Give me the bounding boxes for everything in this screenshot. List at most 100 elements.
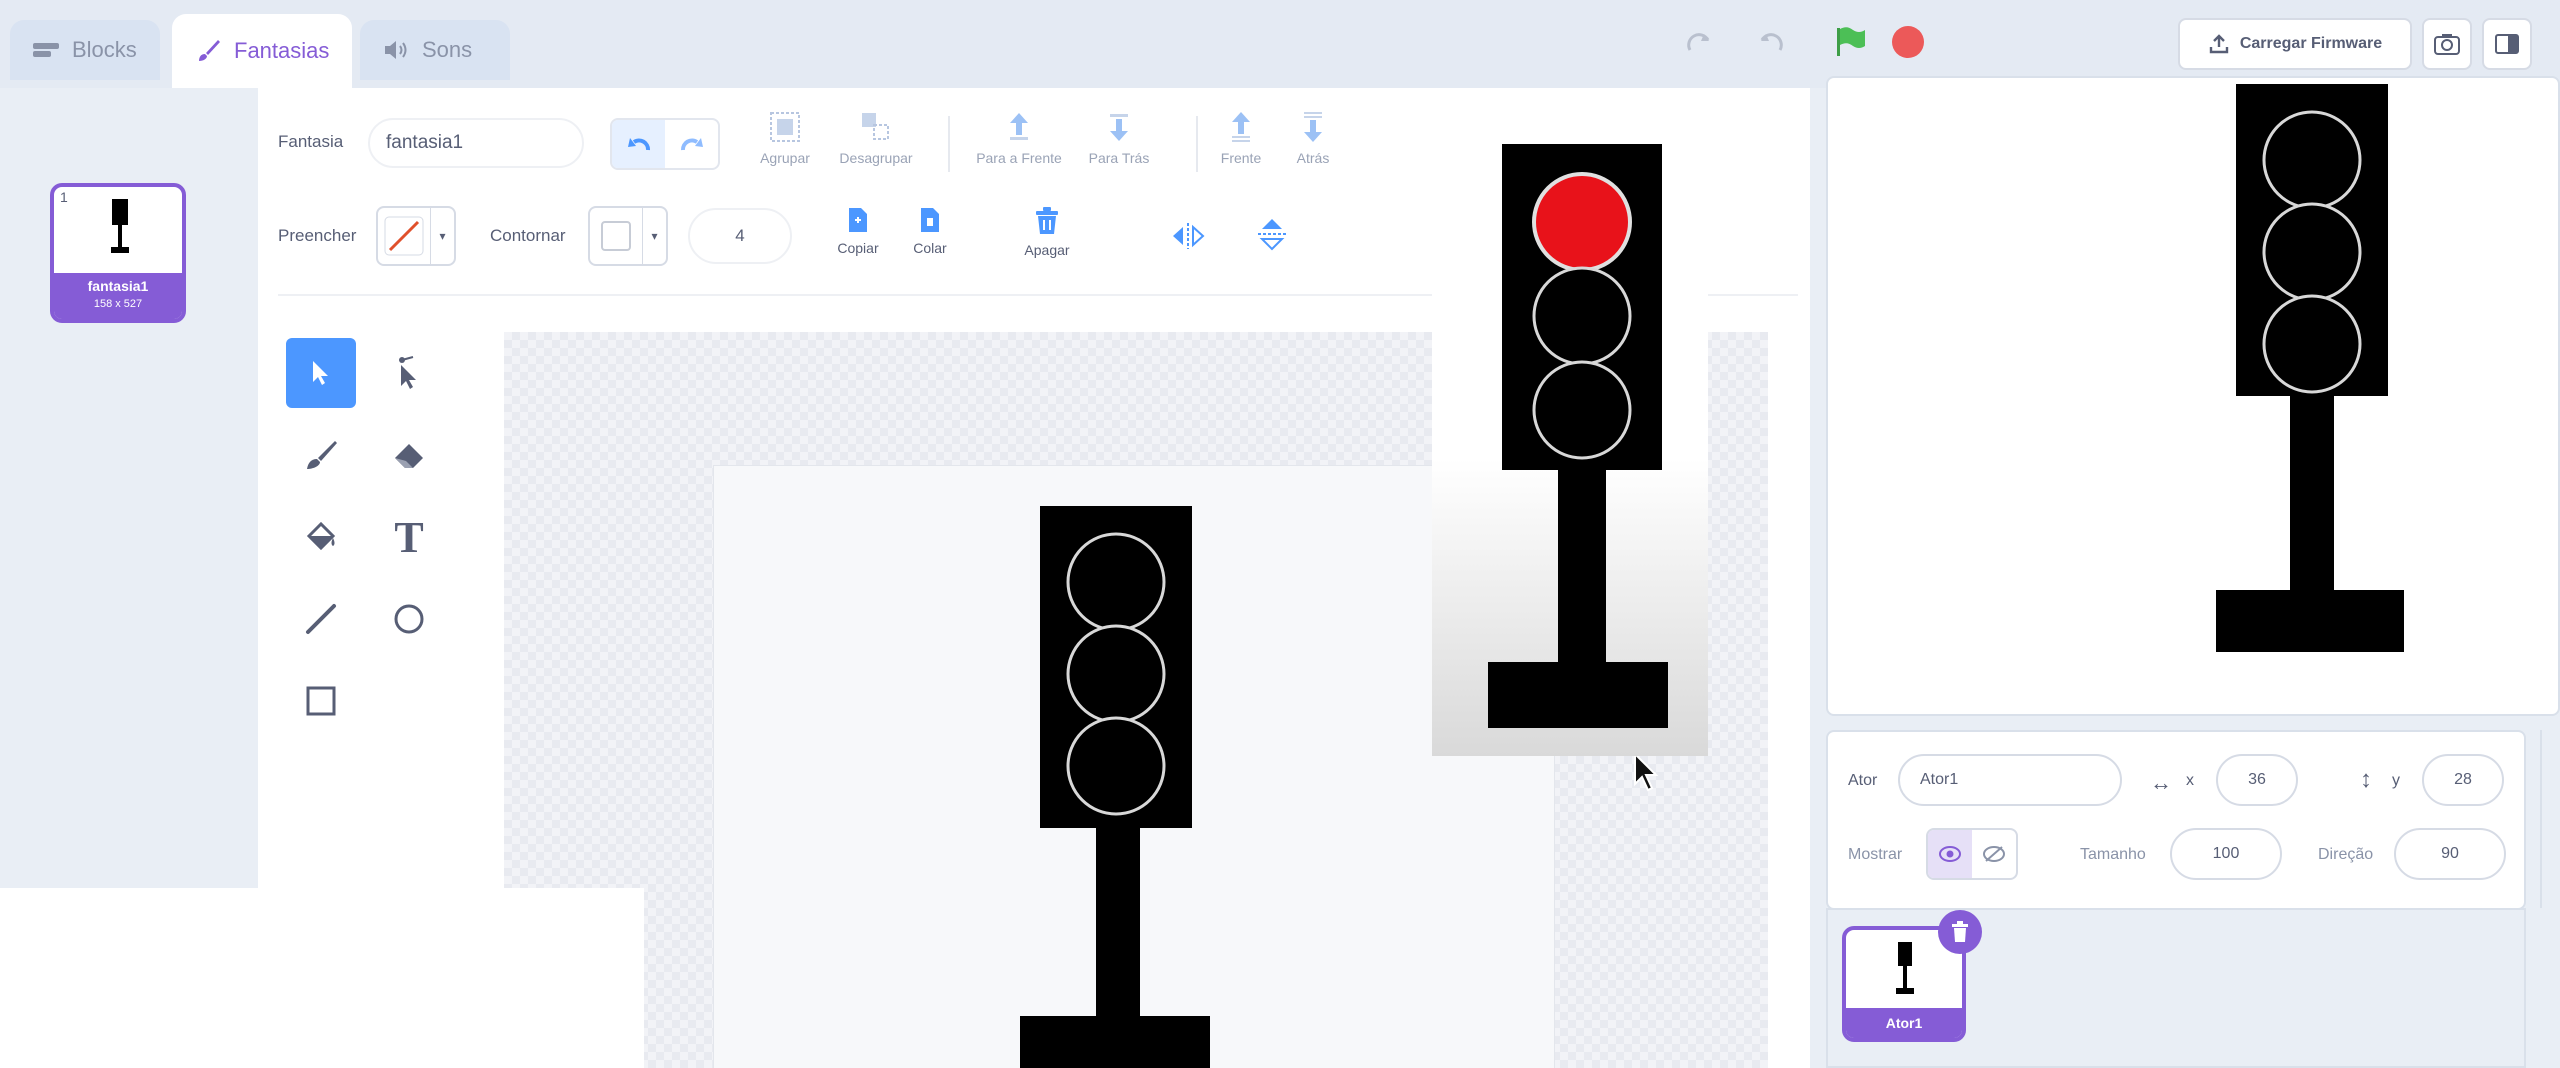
size-input[interactable]: 100 xyxy=(2170,828,2282,880)
forward-button[interactable]: Para a Frente xyxy=(964,110,1074,166)
ungroup-icon xyxy=(862,113,889,140)
x-value: 36 xyxy=(2248,771,2266,788)
front-icon xyxy=(1232,112,1250,142)
outline-width-input[interactable]: 4 xyxy=(688,208,792,264)
upload-firmware-label: Carregar Firmware xyxy=(2239,35,2383,52)
tab-costumes-label: Fantasias xyxy=(234,38,330,63)
select-tool[interactable] xyxy=(286,338,356,408)
sprite-info-panel: Ator Ator1 ↔ x 36 ↕ y 28 Mostrar Tamanho… xyxy=(1826,730,2526,910)
traffic-light-thumbnail xyxy=(111,199,129,253)
costume-name-value: fantasia1 xyxy=(386,132,464,153)
front-label: Frente xyxy=(1220,150,1262,166)
size-value: 100 xyxy=(2212,845,2240,862)
direction-label: Direção xyxy=(2318,846,2374,863)
ungroup-button[interactable]: Desagrupar xyxy=(826,110,926,166)
costume-name-label: Fantasia xyxy=(278,132,344,151)
brush-icon xyxy=(199,40,220,61)
copy-button[interactable]: Copiar xyxy=(828,206,888,256)
traffic-light-drawing[interactable] xyxy=(1020,506,1210,1068)
text-t-icon: T xyxy=(394,512,424,562)
tab-blocks-label: Blocks xyxy=(72,37,137,62)
outline-color-picker[interactable]: ▾ xyxy=(588,206,668,266)
speaker-icon xyxy=(385,41,407,59)
sprite-thumbnail xyxy=(1896,942,1914,994)
eraser-icon xyxy=(395,444,423,468)
fill-tool[interactable] xyxy=(286,502,356,572)
sprite-name-input[interactable]: Ator1 xyxy=(1898,754,2122,806)
stage-target-strip xyxy=(2540,908,2560,1068)
show-label: Mostrar xyxy=(1848,846,1903,863)
tab-sounds-label: Sons xyxy=(422,37,473,62)
flip-vertical-button[interactable] xyxy=(1252,214,1292,254)
trash-icon xyxy=(1036,207,1058,234)
flip-horizontal-button[interactable] xyxy=(1168,218,1208,254)
top-bar: Blocks Fantasias Sons Carregar Firmware xyxy=(0,0,2560,88)
upload-icon xyxy=(2209,34,2229,54)
brush-tool[interactable] xyxy=(286,420,356,490)
layout-icon xyxy=(2495,34,2519,54)
trash-icon xyxy=(1952,921,1968,942)
costume-name: fantasia1 xyxy=(87,278,149,294)
paint-bucket-icon xyxy=(306,521,336,551)
group-label: Agrupar xyxy=(760,150,810,166)
circle-tool[interactable] xyxy=(374,584,444,654)
stage-traffic-light[interactable] xyxy=(2208,84,2404,658)
reshape-tool[interactable] xyxy=(374,338,444,408)
fill-label: Preencher xyxy=(278,226,357,245)
paste-button[interactable]: Colar xyxy=(900,206,960,256)
editor-redo-button[interactable] xyxy=(665,120,718,168)
blocks-icon xyxy=(33,43,59,57)
delete-sprite-button[interactable] xyxy=(1938,910,1982,954)
back-label: Atrás xyxy=(1296,150,1330,166)
stage-panel-edge xyxy=(2540,730,2560,910)
x-arrows-icon: ↔ xyxy=(2150,770,2172,795)
sprite-tile-name: Ator1 xyxy=(1885,1015,1923,1031)
front-button[interactable]: Frente xyxy=(1206,110,1276,166)
editor-undo-button[interactable] xyxy=(612,120,665,168)
direction-value: 90 xyxy=(2441,845,2459,862)
tab-sounds[interactable]: Sons xyxy=(360,20,510,80)
delete-label: Apagar xyxy=(1024,242,1070,258)
camera-icon xyxy=(2434,34,2460,55)
tab-blocks[interactable]: Blocks xyxy=(10,20,160,80)
x-input[interactable]: 36 xyxy=(2216,754,2298,806)
toolbar-divider xyxy=(948,116,950,172)
sprite-name-value: Ator1 xyxy=(1920,771,1959,788)
circle-icon xyxy=(394,604,424,634)
flip-vertical-icon xyxy=(1258,219,1286,251)
outline-width-value: 4 xyxy=(735,226,745,245)
costume-tile[interactable]: 1 fantasia1 158 x 527 xyxy=(50,183,186,323)
tab-costumes[interactable]: Fantasias xyxy=(172,14,352,88)
stage-layout-button[interactable] xyxy=(2482,18,2532,70)
show-visible-button[interactable] xyxy=(1928,830,1972,878)
outline-dropdown-caret-icon: ▾ xyxy=(651,229,658,243)
back-button[interactable]: Atrás xyxy=(1278,110,1348,166)
rectangle-tool[interactable] xyxy=(286,666,356,736)
direction-input[interactable]: 90 xyxy=(2394,828,2506,880)
y-input[interactable]: 28 xyxy=(2422,754,2504,806)
screenshot-button[interactable] xyxy=(2422,18,2472,70)
undo-icon[interactable] xyxy=(1750,22,1790,62)
forward-icon xyxy=(1010,113,1028,140)
backward-button[interactable]: Para Trás xyxy=(1074,110,1164,166)
group-button[interactable]: Agrupar xyxy=(750,110,820,166)
y-arrows-icon: ↕ xyxy=(2360,766,2372,793)
fill-color-picker[interactable]: ▾ xyxy=(376,206,456,266)
delete-button[interactable]: Apagar xyxy=(1012,206,1082,258)
text-tool[interactable]: T xyxy=(374,502,444,572)
show-hidden-button[interactable] xyxy=(1972,830,2016,878)
green-flag-icon[interactable] xyxy=(1830,22,1870,62)
costume-name-input[interactable]: fantasia1 xyxy=(368,118,584,168)
x-label: x xyxy=(2186,772,2194,789)
paste-label: Colar xyxy=(913,240,947,256)
redo-icon[interactable] xyxy=(1680,22,1720,62)
y-label: y xyxy=(2392,772,2400,789)
visibility-toggle xyxy=(1926,828,2018,880)
upload-firmware-button[interactable]: Carregar Firmware xyxy=(2178,18,2412,70)
stop-icon[interactable] xyxy=(1888,22,1928,62)
line-tool[interactable] xyxy=(286,584,356,654)
stage[interactable] xyxy=(1826,76,2560,716)
eraser-tool[interactable] xyxy=(374,420,444,490)
white-overlay-block xyxy=(0,888,644,1068)
outline-label: Contornar xyxy=(490,226,566,245)
